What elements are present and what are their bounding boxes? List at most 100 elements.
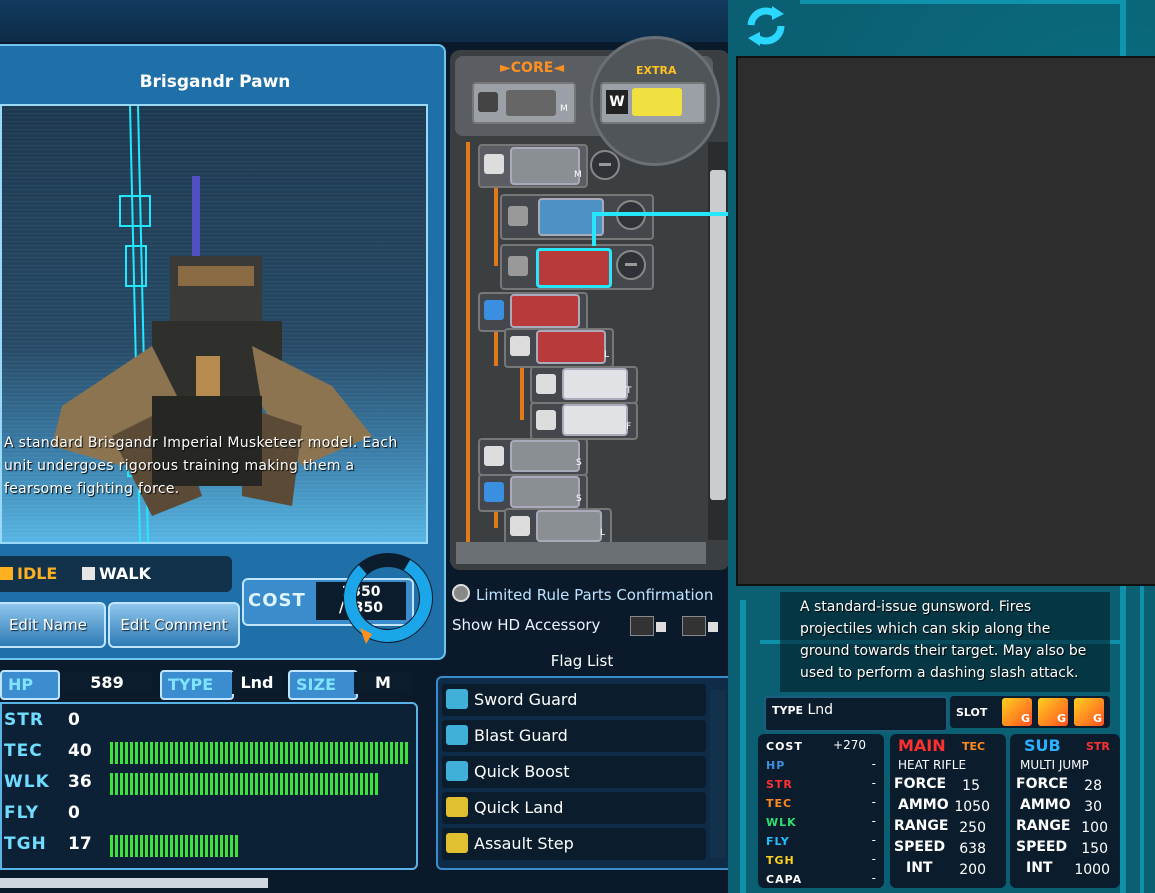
stat-value-fly: 0 [68, 803, 80, 823]
show-hd-label: Show HD Accessory [452, 616, 601, 634]
flag-scrollbar[interactable] [710, 690, 726, 858]
refresh-icon[interactable] [742, 2, 790, 50]
side-stat-label: COST [766, 740, 803, 753]
stat-bar-tec [110, 742, 410, 764]
body-part-icon [510, 294, 580, 328]
stat-label-str: STR [4, 710, 44, 730]
flag-list-title: Flag List [550, 652, 614, 670]
size-badge: S [576, 494, 582, 504]
sub-stat-value: 100 [1081, 820, 1108, 836]
hp-tag: HP [0, 670, 60, 700]
tree-line [494, 178, 498, 266]
side-stat-value: - [871, 814, 876, 828]
size-badge: F [626, 422, 632, 432]
stat-value-tgh: 17 [68, 834, 92, 854]
feet-part-icon [536, 510, 602, 542]
size-tag: SIZE [288, 670, 358, 700]
radio-icon[interactable] [452, 584, 470, 602]
slot-gun-icon: G [1002, 698, 1032, 726]
main-stat-value: 250 [959, 820, 986, 836]
sub-stat-label: SPEED [1016, 839, 1068, 855]
core-part-slot[interactable]: M [472, 82, 576, 124]
step-icon [446, 833, 468, 853]
side-stat-value: +270 [833, 738, 866, 752]
limited-rule-label: Limited Rule Parts Confirmation [476, 586, 714, 604]
stat-label-fly: FLY [4, 803, 40, 823]
main-stat-label: INT [906, 860, 933, 876]
main-stat-value: 638 [959, 841, 986, 857]
boost-slot-icon [484, 482, 504, 502]
glasses-icon [536, 410, 556, 430]
idle-checkbox[interactable] [0, 567, 13, 580]
extra-label: EXTRA [636, 64, 677, 77]
sub-stat-value: 28 [1084, 778, 1102, 794]
remove-part-button[interactable] [616, 250, 646, 280]
legs-part-icon [510, 440, 580, 472]
hd-mask-checkbox[interactable] [656, 622, 666, 632]
connector-line [592, 212, 738, 216]
flag-label: Quick Boost [474, 762, 570, 781]
tree-horizontal-scrollbar[interactable] [456, 542, 706, 564]
legs-slot-icon [484, 446, 504, 466]
side-stat-label: TGH [766, 854, 795, 867]
walk-label: WALK [99, 564, 151, 583]
type-value: Lnd [232, 672, 282, 694]
head-slot-icon [484, 154, 504, 174]
circuit-decoration [740, 600, 746, 893]
torso-part-icon [536, 330, 606, 364]
flag-item[interactable]: Assault Step [442, 828, 706, 860]
edit-comment-button[interactable]: Edit Comment [108, 602, 240, 648]
side-stat-value: - [871, 871, 876, 885]
hd-mask-toggle-icon[interactable] [630, 616, 654, 636]
side-stat-label: CAPA [766, 873, 803, 886]
hd-glasses-checkbox[interactable] [708, 622, 718, 632]
extra-key-badge: W [606, 90, 628, 114]
torso-slot-icon [510, 336, 530, 356]
sub-stat-value: 1000 [1074, 862, 1110, 878]
tree-scroll-thumb[interactable] [710, 170, 726, 500]
feet-slot-icon [510, 516, 530, 536]
hd-glasses-toggle-icon[interactable] [682, 616, 706, 636]
stat-value-wlk: 36 [68, 772, 92, 792]
size-badge: T [626, 386, 632, 396]
unit-description: A standard Brisgandr Imperial Musketeer … [4, 435, 398, 497]
walk-checkbox[interactable] [82, 567, 95, 580]
tree-part-legs[interactable]: S [478, 438, 588, 476]
cost-gauge [343, 553, 433, 644]
tree-part-feet[interactable]: L [504, 508, 612, 546]
part-slot-label: SLOT [956, 706, 988, 719]
flag-item[interactable]: Sword Guard [442, 684, 706, 716]
side-stat-value: - [871, 757, 876, 771]
side-stat-label: WLK [766, 816, 797, 829]
refresh-icon-graphic [747, 6, 785, 46]
idle-toggle[interactable]: IDLE [0, 564, 57, 583]
edit-name-button[interactable]: Edit Name [0, 602, 106, 648]
sword-icon [508, 206, 528, 226]
limited-rule-option[interactable]: Limited Rule Parts Confirmation [452, 584, 713, 604]
side-stat-label: STR [766, 778, 793, 791]
flag-item[interactable]: Blast Guard [442, 720, 706, 752]
flag-item[interactable]: Quick Boost [442, 756, 706, 788]
side-stat-value: - [871, 833, 876, 847]
tree-part-body[interactable] [478, 292, 588, 332]
stat-label-tec: TEC [4, 741, 43, 761]
side-stat-value: - [871, 795, 876, 809]
hp-value: 589 [62, 672, 152, 694]
tree-part-torso[interactable]: L [504, 328, 614, 368]
flag-item[interactable]: Quick Land [442, 792, 706, 824]
tree-part-boost[interactable]: S [478, 474, 588, 512]
tree-part-head[interactable]: M [478, 144, 588, 188]
sub-weapon-name: MULTI JUMP [1020, 758, 1089, 772]
cost-label: COST [248, 590, 306, 611]
size-badge: L [604, 350, 610, 360]
main-stat-value: 1050 [954, 799, 990, 815]
extra-part-slot[interactable]: W [600, 82, 706, 124]
mask-icon [536, 374, 556, 394]
side-stat-value: - [871, 776, 876, 790]
tree-part-accessory-glasses[interactable]: F [530, 402, 638, 440]
tree-part-accessory-mask[interactable]: T [530, 366, 638, 404]
sub-stat-label: FORCE [1016, 776, 1069, 792]
body-slot-icon [484, 300, 504, 320]
walk-toggle[interactable]: WALK [82, 564, 151, 583]
remove-part-button[interactable] [590, 150, 620, 180]
